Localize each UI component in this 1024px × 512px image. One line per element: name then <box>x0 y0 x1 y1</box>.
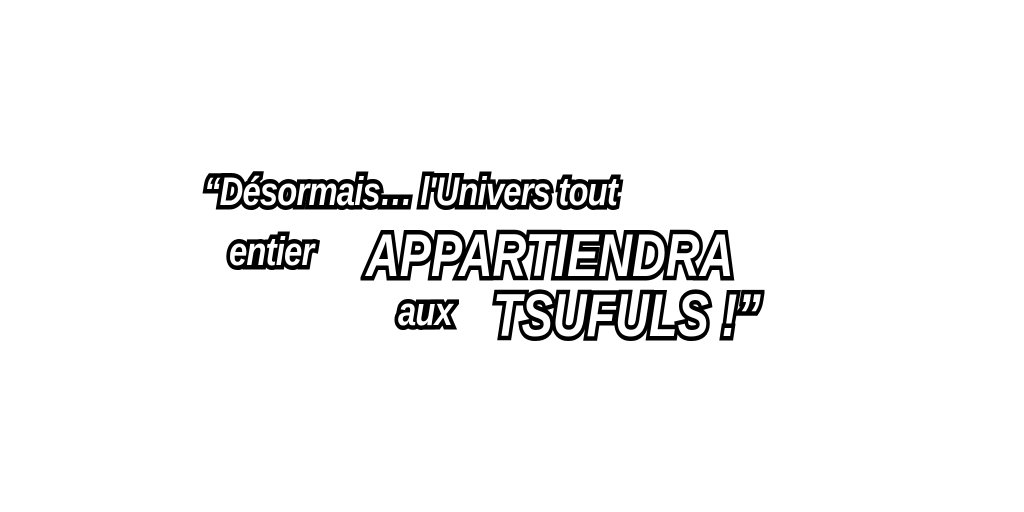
caption-word-entier: entier <box>225 228 318 277</box>
caption-word-aux: aux <box>394 288 456 337</box>
caption-line-1: “Désormais… l'Univers tout <box>200 168 621 217</box>
caption-word-tsufuls: TSUFULS !” <box>489 281 764 350</box>
comic-caption: “Désormais… l'Univers tout entier APPART… <box>0 0 1024 512</box>
caption-word-appartiendra: APPARTIENDRA <box>362 221 737 290</box>
